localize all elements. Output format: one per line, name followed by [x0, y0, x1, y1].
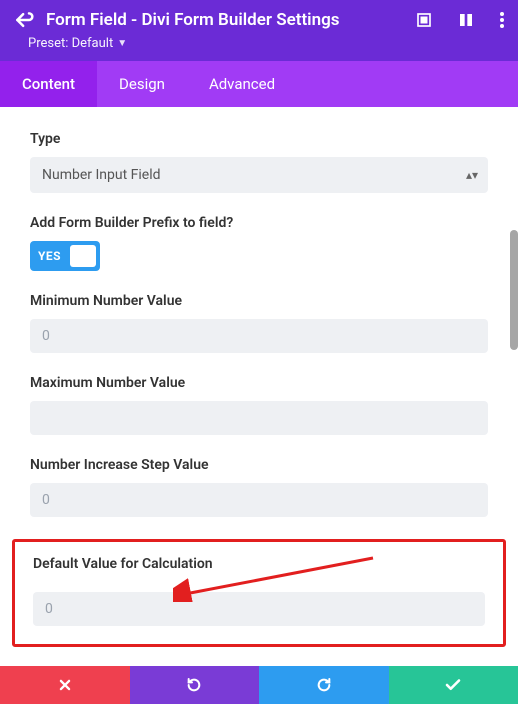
step-value-input[interactable]	[30, 483, 488, 517]
highlight-annotation: Default Value for Calculation	[12, 539, 506, 647]
toggle-knob	[70, 245, 96, 267]
min-value-input[interactable]	[30, 319, 488, 353]
preset-selector[interactable]: Preset: Default ▼	[0, 36, 518, 61]
expand-icon[interactable]	[416, 12, 432, 28]
cancel-button[interactable]	[0, 666, 130, 704]
preset-label: Preset: Default	[28, 36, 113, 51]
type-select[interactable]	[30, 157, 488, 193]
footer-actions	[0, 666, 518, 704]
settings-body: Type ▴▾ Add Form Builder Prefix to field…	[0, 115, 518, 666]
redo-button[interactable]	[259, 666, 389, 704]
more-icon[interactable]	[500, 12, 504, 28]
toggle-yes-text: YES	[38, 249, 61, 263]
field-prefix: Add Form Builder Prefix to field? YES	[30, 215, 488, 271]
caret-down-icon: ▼	[117, 38, 127, 49]
field-min-value: Minimum Number Value	[30, 293, 488, 353]
max-value-input[interactable]	[30, 401, 488, 435]
modal-title: Form Field - Divi Form Builder Settings	[46, 10, 339, 30]
min-value-label: Minimum Number Value	[30, 293, 488, 309]
tab-content[interactable]: Content	[0, 61, 97, 107]
back-icon[interactable]	[14, 10, 34, 30]
field-step-value: Number Increase Step Value	[30, 457, 488, 517]
prefix-toggle[interactable]: YES	[30, 241, 100, 271]
default-calc-label: Default Value for Calculation	[33, 556, 485, 572]
columns-icon[interactable]	[458, 12, 474, 28]
tab-bar: Content Design Advanced	[0, 61, 518, 107]
tab-design[interactable]: Design	[97, 61, 187, 107]
max-value-label: Maximum Number Value	[30, 375, 488, 391]
scrollbar-thumb[interactable]	[510, 230, 518, 350]
field-max-value: Maximum Number Value	[30, 375, 488, 435]
tab-advanced[interactable]: Advanced	[187, 61, 297, 107]
step-value-label: Number Increase Step Value	[30, 457, 488, 473]
settings-header: Form Field - Divi Form Builder Settings …	[0, 0, 518, 61]
field-type: Type ▴▾	[30, 131, 488, 193]
default-calc-input[interactable]	[33, 592, 485, 626]
title-row: Form Field - Divi Form Builder Settings	[0, 0, 518, 36]
prefix-label: Add Form Builder Prefix to field?	[30, 215, 488, 231]
save-button[interactable]	[389, 666, 518, 704]
type-label: Type	[30, 131, 488, 147]
undo-button[interactable]	[130, 666, 260, 704]
